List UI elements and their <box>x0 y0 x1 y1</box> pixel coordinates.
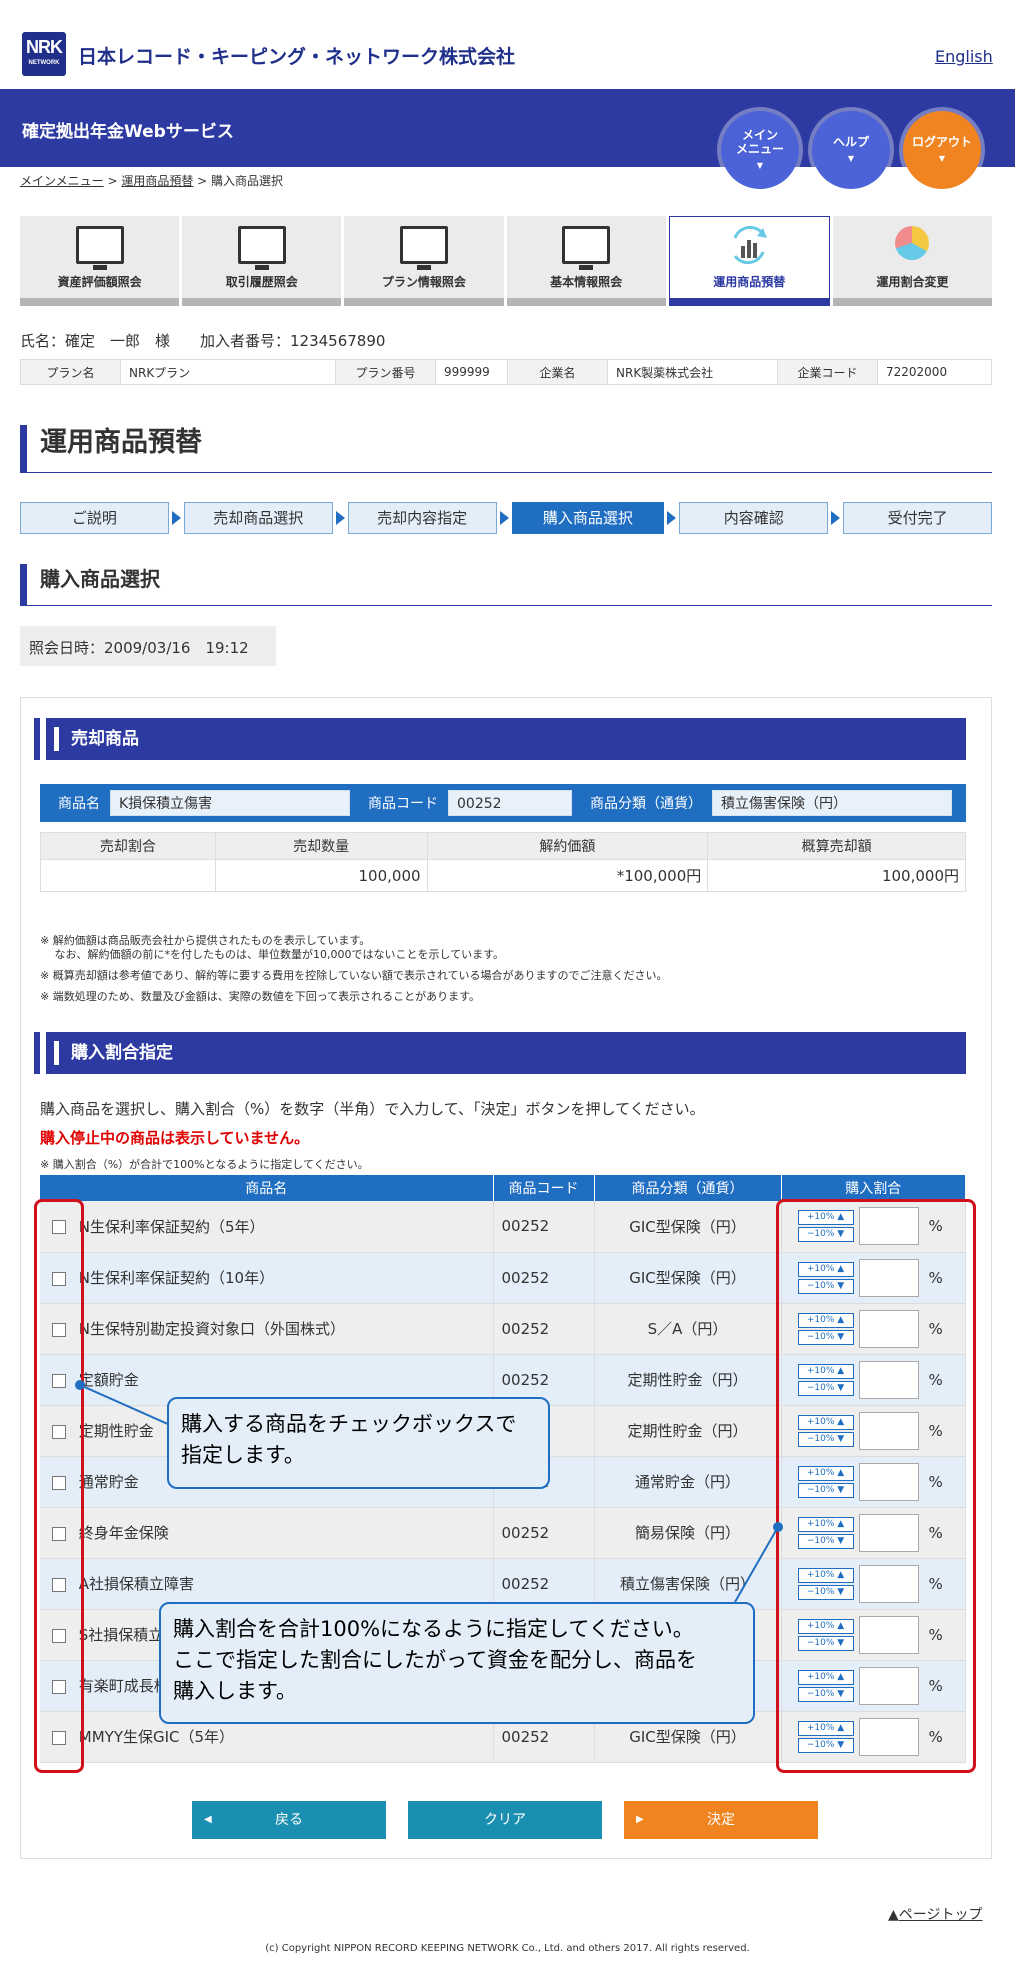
decide-label: 決定 <box>707 1812 735 1828</box>
decide-button[interactable]: ▶ 決定 <box>624 1801 818 1839</box>
ratio-callout: 購入割合を合計100%になるように指定してください。 ここで指定した割合にしたが… <box>159 1602 755 1724</box>
triangle-up-icon: ▲ <box>888 1907 899 1923</box>
page-top-link[interactable]: ▲ページトップ <box>888 1904 983 1924</box>
back-label: 戻る <box>275 1812 303 1828</box>
clear-button[interactable]: クリア <box>408 1801 602 1839</box>
page-top-label: ページトップ <box>898 1907 983 1923</box>
arrow-right-icon: ▶ <box>636 1814 644 1825</box>
back-button[interactable]: ◀ 戻る <box>192 1801 386 1839</box>
arrow-left-icon: ◀ <box>204 1814 212 1825</box>
copyright: (c) Copyright NIPPON RECORD KEEPING NETW… <box>265 1943 750 1954</box>
clear-label: クリア <box>484 1812 526 1828</box>
checkbox-callout: 購入する商品をチェックボックスで 指定します。 <box>167 1397 550 1489</box>
